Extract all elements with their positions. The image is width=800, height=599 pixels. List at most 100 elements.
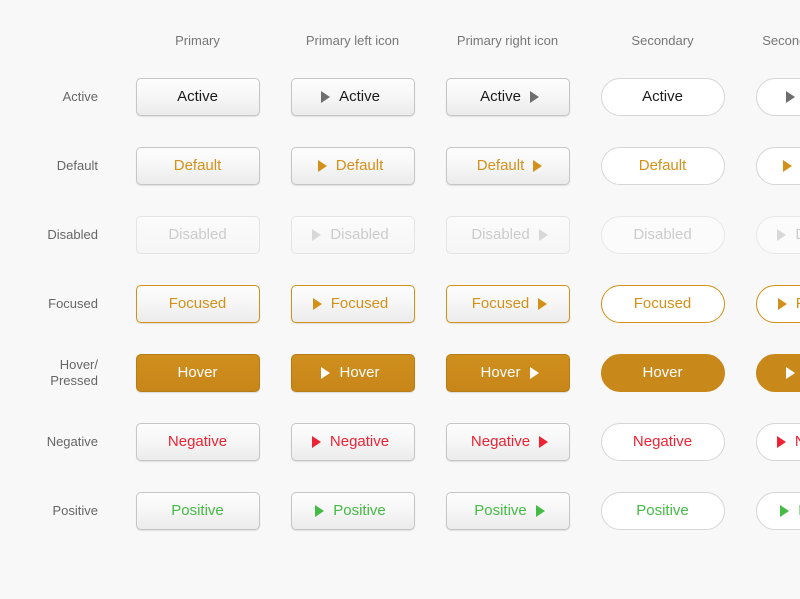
button-primary-right-negative[interactable]: Negative — [445, 422, 570, 461]
button-primary-right-hover[interactable]: Hover — [445, 353, 570, 392]
button-secondary-none-active[interactable]: Active — [600, 77, 725, 116]
cell-default-secondary-none: Default — [585, 146, 740, 185]
play-triangle-icon — [535, 504, 545, 517]
button-secondary-none-negative[interactable]: Negative — [600, 422, 725, 461]
button-label: Default — [638, 157, 687, 174]
cell-positive-primary-right: Positive — [430, 491, 585, 530]
button-label: Focused — [471, 295, 530, 312]
button-primary-right-positive[interactable]: Positive — [445, 491, 570, 530]
cell-positive-primary-none: Positive — [120, 491, 275, 530]
button-secondary-left-negative[interactable]: Negative — [755, 422, 800, 461]
cell-positive-secondary-left: Positive — [740, 491, 800, 530]
button-primary-left-negative[interactable]: Negative — [290, 422, 415, 461]
cell-negative-primary-left: Negative — [275, 422, 430, 461]
button-primary-right-active[interactable]: Active — [445, 77, 570, 116]
cell-focused-primary-right: Focused — [430, 284, 585, 323]
button-secondary-none-focused[interactable]: Focused — [600, 284, 725, 323]
play-triangle-icon — [321, 90, 331, 103]
play-triangle-icon — [533, 159, 543, 172]
button-secondary-left-default[interactable]: Default — [755, 146, 800, 185]
button-primary-none-focused[interactable]: Focused — [135, 284, 260, 323]
button-label: Negative — [470, 433, 531, 450]
button-label: Hover — [177, 364, 218, 381]
cell-default-secondary-left: Default — [740, 146, 800, 185]
button-label: Positive — [171, 502, 224, 519]
button-secondary-none-hover[interactable]: Hover — [600, 353, 725, 392]
button-label: Default — [335, 157, 384, 174]
button-primary-left-disabled: Disabled — [290, 215, 415, 254]
button-secondary-none-disabled: Disabled — [600, 215, 725, 254]
cell-negative-primary-none: Negative — [120, 422, 275, 461]
column-header-secondary-left: Secondary left icon — [762, 33, 800, 48]
button-primary-left-default[interactable]: Default — [290, 146, 415, 185]
button-primary-left-hover[interactable]: Hover — [290, 353, 415, 392]
play-triangle-icon — [782, 159, 792, 172]
button-label: Focused — [633, 295, 692, 312]
cell-hover-primary-none: Hover — [120, 353, 275, 392]
cell-positive-secondary-none: Positive — [585, 491, 740, 530]
cell-disabled-secondary-left: Disabled — [740, 215, 800, 254]
play-triangle-icon — [780, 504, 790, 517]
play-triangle-icon — [776, 435, 786, 448]
button-label: Default — [476, 157, 525, 174]
play-triangle-icon — [315, 504, 325, 517]
cell-default-primary-left: Default — [275, 146, 430, 185]
row-label-hover: Hover/ Pressed — [50, 356, 98, 388]
button-primary-none-default[interactable]: Default — [135, 146, 260, 185]
button-primary-right-disabled: Disabled — [445, 215, 570, 254]
cell-focused-primary-none: Focused — [120, 284, 275, 323]
button-label: Active — [177, 88, 218, 105]
button-label: Disabled — [795, 226, 800, 243]
row-label-negative: Negative — [46, 433, 98, 449]
row-label-positive: Positive — [52, 502, 98, 518]
button-states-matrix: Primary Primary left icon Primary right ic… — [0, 0, 800, 599]
button-secondary-left-hover[interactable]: Hover — [755, 353, 800, 392]
button-secondary-left-positive[interactable]: Positive — [755, 491, 800, 530]
cell-disabled-primary-none: Disabled — [120, 215, 275, 254]
button-primary-none-negative[interactable]: Negative — [135, 422, 260, 461]
cell-disabled-secondary-none: Disabled — [585, 215, 740, 254]
row-label-disabled: Disabled — [47, 226, 98, 242]
button-label: Disabled — [471, 226, 530, 243]
cell-hover-secondary-none: Hover — [585, 353, 740, 392]
cell-active-secondary-none: Active — [585, 77, 740, 116]
column-header-primary-right: Primary right icon — [456, 33, 559, 48]
play-triangle-icon — [321, 366, 331, 379]
button-label: Disabled — [330, 226, 389, 243]
button-primary-none-positive[interactable]: Positive — [135, 491, 260, 530]
button-label: Negative — [329, 433, 390, 450]
button-secondary-left-active[interactable]: Active — [755, 77, 800, 116]
cell-active-primary-none: Active — [120, 77, 275, 116]
cell-negative-primary-right: Negative — [430, 422, 585, 461]
button-primary-left-focused[interactable]: Focused — [290, 284, 415, 323]
cell-focused-secondary-none: Focused — [585, 284, 740, 323]
cell-default-primary-none: Default — [120, 146, 275, 185]
play-triangle-icon — [311, 435, 321, 448]
play-triangle-icon — [777, 228, 787, 241]
play-triangle-icon — [539, 435, 549, 448]
cell-active-primary-left: Active — [275, 77, 430, 116]
column-header-primary-none: Primary — [175, 33, 220, 48]
button-primary-left-active[interactable]: Active — [290, 77, 415, 116]
cell-negative-secondary-left: Negative — [740, 422, 800, 461]
button-label: Active — [642, 88, 683, 105]
row-label-default: Default — [56, 157, 98, 173]
button-label: Hover — [480, 364, 521, 381]
button-primary-none-hover[interactable]: Hover — [135, 353, 260, 392]
button-label: Active — [480, 88, 521, 105]
button-label: Hover — [339, 364, 380, 381]
column-header-secondary-none: Secondary — [631, 33, 694, 48]
play-triangle-icon — [777, 297, 787, 310]
button-secondary-left-focused[interactable]: Focused — [755, 284, 800, 323]
button-label: Default — [173, 157, 222, 174]
button-label: Negative — [795, 433, 800, 450]
button-secondary-none-default[interactable]: Default — [600, 146, 725, 185]
button-primary-none-active[interactable]: Active — [135, 77, 260, 116]
button-primary-right-default[interactable]: Default — [445, 146, 570, 185]
button-primary-right-focused[interactable]: Focused — [445, 284, 570, 323]
button-label: Disabled — [633, 226, 692, 243]
button-secondary-none-positive[interactable]: Positive — [600, 491, 725, 530]
cell-focused-primary-left: Focused — [275, 284, 430, 323]
button-primary-left-positive[interactable]: Positive — [290, 491, 415, 530]
button-label: Disabled — [168, 226, 227, 243]
